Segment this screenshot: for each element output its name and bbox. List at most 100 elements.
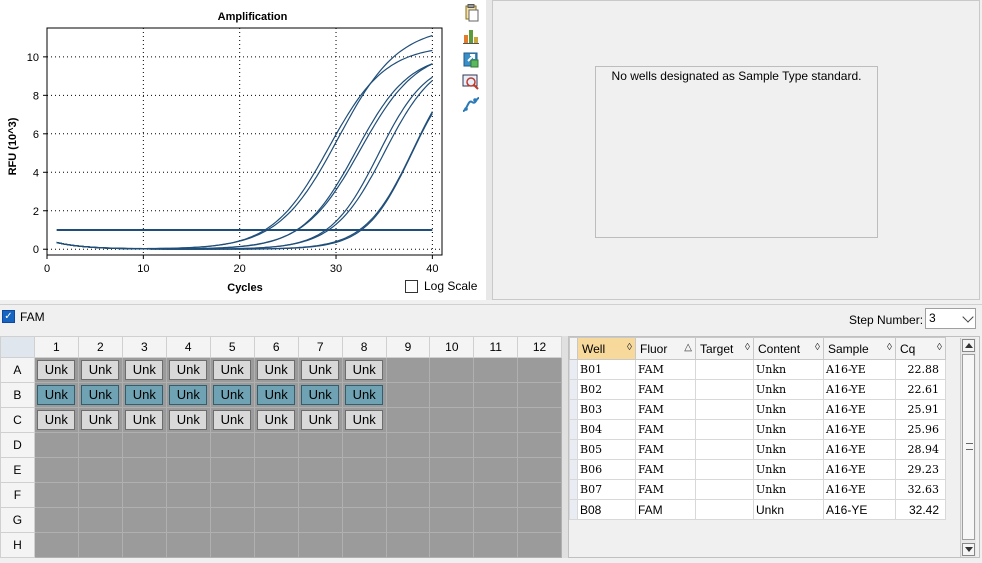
plate-well-e10[interactable] bbox=[429, 457, 475, 483]
plate-well-b6[interactable]: Unk bbox=[253, 382, 299, 408]
well-label[interactable]: Unk bbox=[213, 360, 252, 380]
well-label[interactable]: Unk bbox=[213, 410, 252, 430]
cell-fluor[interactable]: FAM bbox=[635, 419, 696, 440]
table-row[interactable]: B08 FAM Unkn A16-YE 32.42 bbox=[569, 499, 946, 520]
plate-well-h7[interactable] bbox=[297, 532, 343, 558]
sort-icon[interactable]: ◊ bbox=[887, 342, 892, 353]
well-label[interactable]: Unk bbox=[257, 385, 296, 405]
plate-well-c11[interactable] bbox=[473, 407, 519, 433]
well-label[interactable]: Unk bbox=[301, 385, 340, 405]
plate-well-e12[interactable] bbox=[517, 457, 562, 483]
plate-well-a2[interactable]: Unk bbox=[77, 357, 123, 383]
plate-row-header[interactable]: E bbox=[0, 457, 35, 483]
cell-content[interactable]: Unkn bbox=[753, 359, 824, 380]
plate-well-a8[interactable]: Unk bbox=[341, 357, 387, 383]
plate-well-f4[interactable] bbox=[165, 482, 211, 508]
cell-cq[interactable]: 32.42 bbox=[895, 499, 946, 520]
well-label[interactable]: Unk bbox=[81, 385, 120, 405]
table-row[interactable]: B06 FAM Unkn A16-YE 29.23 bbox=[569, 459, 946, 480]
table-row[interactable]: B01 FAM Unkn A16-YE 22.88 bbox=[569, 359, 946, 380]
scroll-down-icon[interactable] bbox=[962, 543, 975, 556]
well-label[interactable]: Unk bbox=[81, 360, 120, 380]
plate-well-d10[interactable] bbox=[429, 432, 475, 458]
plate-column-header[interactable]: 9 bbox=[385, 336, 431, 358]
cell-well[interactable]: B04 bbox=[577, 419, 636, 440]
plate-well-d8[interactable] bbox=[341, 432, 387, 458]
plate-well-b11[interactable] bbox=[473, 382, 519, 408]
plate-well-h9[interactable] bbox=[385, 532, 431, 558]
sort-icon[interactable]: ◊ bbox=[937, 342, 942, 353]
plate-well-h5[interactable] bbox=[209, 532, 255, 558]
plate-well-d7[interactable] bbox=[297, 432, 343, 458]
cell-cq[interactable]: 25.91 bbox=[895, 399, 946, 420]
plate-well-e11[interactable] bbox=[473, 457, 519, 483]
plate-well-g8[interactable] bbox=[341, 507, 387, 533]
plate-well-d4[interactable] bbox=[165, 432, 211, 458]
table-row[interactable]: B04 FAM Unkn A16-YE 25.96 bbox=[569, 419, 946, 440]
cell-sample[interactable]: A16-YE bbox=[823, 419, 896, 440]
cell-cq[interactable]: 22.61 bbox=[895, 379, 946, 400]
plate-well-g11[interactable] bbox=[473, 507, 519, 533]
plate-well-e1[interactable] bbox=[33, 457, 79, 483]
plate-well-e3[interactable] bbox=[121, 457, 167, 483]
plate-well-a7[interactable]: Unk bbox=[297, 357, 343, 383]
cell-content[interactable]: Unkn bbox=[753, 379, 824, 400]
plate-column-header[interactable]: 7 bbox=[297, 336, 343, 358]
cell-cq[interactable]: 32.63 bbox=[895, 479, 946, 500]
cell-cq[interactable]: 29.23 bbox=[895, 459, 946, 480]
sort-icon[interactable]: ◊ bbox=[627, 342, 632, 353]
plate-well-a9[interactable] bbox=[385, 357, 431, 383]
cell-fluor[interactable]: FAM bbox=[635, 459, 696, 480]
plate-well-c3[interactable]: Unk bbox=[121, 407, 167, 433]
plate-column-header[interactable]: 1 bbox=[33, 336, 79, 358]
plate-well-f8[interactable] bbox=[341, 482, 387, 508]
plate-well-b8[interactable]: Unk bbox=[341, 382, 387, 408]
row-selector[interactable] bbox=[569, 479, 578, 500]
plate-well-d11[interactable] bbox=[473, 432, 519, 458]
cell-target[interactable] bbox=[695, 399, 754, 420]
plate-well-a12[interactable] bbox=[517, 357, 562, 383]
cell-sample[interactable]: A16-YE bbox=[823, 399, 896, 420]
plate-well-e2[interactable] bbox=[77, 457, 123, 483]
plate-column-header[interactable]: 3 bbox=[121, 336, 167, 358]
plate-column-header[interactable]: 11 bbox=[473, 336, 519, 358]
plate-well-b1[interactable]: Unk bbox=[33, 382, 79, 408]
plate-well-h11[interactable] bbox=[473, 532, 519, 558]
fam-checkbox[interactable]: ✓ bbox=[2, 310, 15, 323]
sort-icon[interactable]: △ bbox=[684, 342, 692, 353]
plate-well-d5[interactable] bbox=[209, 432, 255, 458]
cell-well[interactable]: B08 bbox=[577, 499, 636, 520]
well-label[interactable]: Unk bbox=[301, 410, 340, 430]
table-row[interactable]: B05 FAM Unkn A16-YE 28.94 bbox=[569, 439, 946, 460]
plate-well-c5[interactable]: Unk bbox=[209, 407, 255, 433]
well-label[interactable]: Unk bbox=[37, 410, 76, 430]
amplification-chart[interactable]: 0 10 20 30 40 0 2 4 6 8 10 Amplification Cycles RFU (… bbox=[0, 0, 460, 300]
sort-icon[interactable]: ◊ bbox=[815, 342, 820, 353]
cell-sample[interactable]: A16-YE bbox=[823, 459, 896, 480]
row-selector[interactable] bbox=[569, 399, 578, 420]
plate-well-b2[interactable]: Unk bbox=[77, 382, 123, 408]
plate-row-header[interactable]: B bbox=[0, 382, 35, 408]
cell-sample[interactable]: A16-YE bbox=[823, 439, 896, 460]
plate-well-c2[interactable]: Unk bbox=[77, 407, 123, 433]
plate-well-g6[interactable] bbox=[253, 507, 299, 533]
cell-target[interactable] bbox=[695, 459, 754, 480]
row-selector-header[interactable] bbox=[569, 337, 578, 360]
plate-well-h6[interactable] bbox=[253, 532, 299, 558]
plate-corner[interactable] bbox=[0, 336, 35, 358]
export-icon[interactable] bbox=[462, 50, 480, 68]
cell-target[interactable] bbox=[695, 499, 754, 520]
plate-well-h8[interactable] bbox=[341, 532, 387, 558]
cell-content[interactable]: Unkn bbox=[753, 479, 824, 500]
row-selector[interactable] bbox=[569, 379, 578, 400]
plate-well-g9[interactable] bbox=[385, 507, 431, 533]
plate-well-a11[interactable] bbox=[473, 357, 519, 383]
plate-well-c10[interactable] bbox=[429, 407, 475, 433]
plate-well-c12[interactable] bbox=[517, 407, 562, 433]
scroll-up-icon[interactable] bbox=[962, 339, 975, 352]
well-label[interactable]: Unk bbox=[213, 385, 252, 405]
plate-row-header[interactable]: D bbox=[0, 432, 35, 458]
cell-fluor[interactable]: FAM bbox=[635, 379, 696, 400]
cell-content[interactable]: Unkn bbox=[753, 399, 824, 420]
plate-well-a4[interactable]: Unk bbox=[165, 357, 211, 383]
